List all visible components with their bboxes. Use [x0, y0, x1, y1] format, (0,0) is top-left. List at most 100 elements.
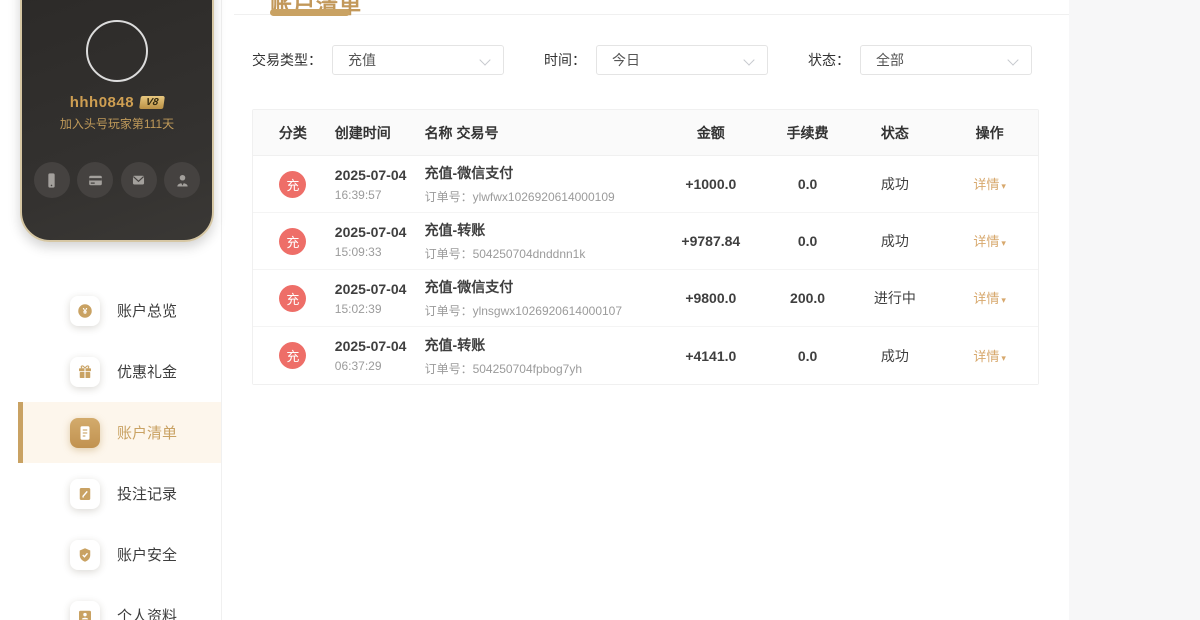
caret-down-icon: ▾ [1001, 352, 1006, 363]
sidebar-item-account-statement[interactable]: 账户清单 [18, 402, 221, 463]
category-badge: 充 [279, 227, 307, 255]
caret-down-icon: ▾ [1001, 181, 1006, 191]
action-cell: 详情 ▾ [941, 288, 1038, 308]
amount-cell: +1000.0 [685, 176, 737, 192]
column-header-fee: 手续费 [786, 124, 829, 141]
created-clock: 15:02:39 [334, 301, 382, 316]
order-number: 订单号：ylwfwx1026920614000109 [424, 190, 615, 204]
details-link-label: 详情 [973, 177, 1000, 192]
quick-action-bank-card[interactable] [77, 162, 114, 198]
quick-action-contacts[interactable] [164, 162, 201, 198]
created-clock: 15:09:33 [334, 244, 382, 259]
pencil-note-icon [70, 478, 100, 509]
amount-cell: +9800.0 [685, 290, 737, 306]
filters-bar: 交易类型： 充值 时间： 今日 状态： 全部 [252, 45, 1043, 75]
details-link-label: 详情 [973, 348, 1000, 364]
chevron-down-icon [479, 54, 491, 66]
created-date: 2025-07-04 [334, 338, 407, 354]
gift-icon [70, 356, 100, 387]
created-date: 2025-07-04 [334, 280, 407, 297]
yen-circle-icon: ¥ [70, 295, 100, 326]
details-link[interactable]: 详情 ▾ [973, 234, 1006, 249]
created-clock: 06:37:29 [334, 359, 382, 373]
quick-action-mobile[interactable] [33, 162, 70, 198]
table-header-row: 分类 创建时间 名称 交易号 金额 手续费 状态 操作 [253, 110, 1038, 156]
transaction-name: 充值-微信支付 [424, 279, 514, 295]
fee-cell: 0.0 [797, 233, 818, 249]
details-link[interactable]: 详情 ▾ [973, 291, 1006, 306]
filter-select-status[interactable]: 全部 [860, 45, 1032, 75]
name-order-cell: 充值-微信支付 订单号：ylwfwx1026920614000109 [423, 163, 655, 205]
action-cell: 详情 ▾ [941, 174, 1038, 194]
chevron-down-icon [1007, 54, 1019, 66]
category-cell: 充 [253, 170, 333, 198]
join-days-text: 加入头号玩家第111天 [59, 117, 175, 131]
created-time-cell: 2025-07-04 15:02:39 [333, 281, 423, 316]
filter-select-transaction-type[interactable]: 充值 [332, 45, 504, 75]
filter-label-time: 时间： [544, 52, 586, 68]
avatar [86, 20, 148, 82]
column-header-status: 状态 [880, 124, 909, 141]
column-header-amount: 金额 [696, 124, 725, 141]
fee-cell: 0.0 [797, 176, 818, 192]
quick-action-mail[interactable] [120, 162, 157, 198]
id-card-icon [70, 600, 100, 620]
created-time-cell: 2025-07-04 15:09:33 [333, 224, 423, 259]
fee-cell: 200.0 [790, 290, 826, 306]
caret-down-icon: ▾ [1001, 295, 1006, 305]
sidebar-item-label: 账户总览 [117, 303, 178, 320]
table-row: 充 2025-07-04 16:39:57 充值-微信支付 订单号：ylwfwx1026… [253, 156, 1038, 213]
filter-transaction-type: 交易类型： 充值 [252, 45, 504, 75]
category-badge: 充 [279, 170, 307, 198]
order-number: 订单号：504250704dnddnn1k [424, 247, 586, 261]
filter-time: 时间： 今日 [544, 45, 768, 75]
details-link-label: 详情 [973, 234, 1000, 249]
page-header: 账户清单 [234, 0, 1069, 18]
caret-down-icon: ▾ [1001, 238, 1006, 248]
bank-card-icon [86, 171, 105, 190]
sidebar: hhh0848 V8 加入头号玩家第111天 ¥ 账户总览优惠礼金账户清单投注记录… [0, 0, 222, 620]
fee-cell: 0.0 [797, 347, 818, 364]
transaction-name: 充值-转账 [424, 222, 486, 238]
vip-level-badge: V8 [139, 96, 166, 109]
table-row: 充 2025-07-04 15:09:33 充值-转账订单号：504250704dnd… [253, 213, 1038, 270]
name-order-cell: 充值-转账订单号：504250704dnddnn1k [423, 220, 655, 262]
profile-card: hhh0848 V8 加入头号玩家第111天 [20, 0, 214, 242]
category-cell: 充 [253, 342, 333, 369]
table-row: 充 2025-07-04 06:37:29 充值-转账 订单号：504250704fpb… [253, 327, 1038, 384]
shield-icon [70, 539, 100, 570]
chevron-down-icon [743, 54, 755, 66]
column-header-action: 操作 [975, 124, 1004, 141]
column-header-category: 分类 [278, 124, 307, 141]
sidebar-item-personal-profile[interactable]: 个人资料 [18, 585, 221, 620]
phone-icon [42, 171, 61, 190]
name-order-cell: 充值-转账 订单号：504250704fpbog7yh [423, 335, 655, 377]
sidebar-item-promotions[interactable]: 优惠礼金 [18, 341, 221, 402]
category-cell: 充 [253, 284, 333, 312]
created-time-cell: 2025-07-04 16:39:57 [333, 167, 423, 202]
filter-value-status: 全部 [876, 52, 904, 68]
sidebar-item-account-overview[interactable]: ¥ 账户总览 [18, 280, 221, 341]
sidebar-item-betting-records[interactable]: 投注记录 [18, 463, 221, 524]
order-number: 订单号：504250704fpbog7yh [424, 361, 583, 376]
svg-text:¥: ¥ [83, 307, 88, 316]
details-link[interactable]: 详情 ▾ [973, 349, 1006, 364]
sidebar-item-label: 优惠礼金 [117, 364, 178, 381]
created-clock: 16:39:57 [334, 187, 382, 202]
name-order-cell: 充值-微信支付订单号：ylnsgwx1026920614000107 [423, 277, 655, 319]
action-cell: 详情 ▾ [941, 346, 1038, 366]
sidebar-item-account-security[interactable]: 账户安全 [18, 524, 221, 585]
person-icon [173, 171, 192, 190]
order-number: 订单号：ylnsgwx1026920614000107 [424, 304, 623, 318]
filter-status: 状态： 全部 [808, 45, 1032, 75]
filter-select-time[interactable]: 今日 [596, 45, 768, 75]
sidebar-item-label: 投注记录 [117, 486, 178, 503]
filter-label-status: 状态： [808, 52, 850, 68]
background-filler [1069, 0, 1200, 620]
sidebar-item-label: 账户清单 [117, 425, 178, 442]
details-link[interactable]: 详情 ▾ [973, 177, 1006, 192]
filter-label-transaction-type: 交易类型： [252, 52, 322, 68]
category-badge: 充 [279, 284, 307, 312]
status-cell: 成功 [880, 233, 909, 249]
sidebar-nav: ¥ 账户总览优惠礼金账户清单投注记录账户安全 个人资料 [0, 280, 221, 620]
